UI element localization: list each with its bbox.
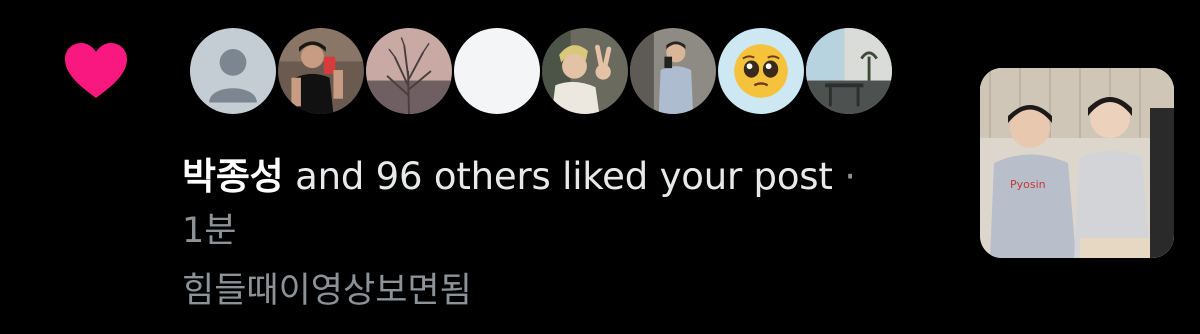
separator-dot: · [844, 155, 856, 198]
post-thumbnail[interactable]: Pyosin [980, 68, 1174, 258]
heart-icon [63, 42, 129, 100]
notification-text[interactable]: 박종성 and 96 others liked your post · [182, 152, 856, 202]
post-preview-text[interactable]: 힘들때이영상보면됨 [182, 268, 472, 314]
action-text: and 96 others liked your post [295, 155, 833, 198]
svg-text:Pyosin: Pyosin [1010, 178, 1046, 191]
user-avatar-mirror-selfie-2[interactable] [628, 26, 718, 116]
username-link[interactable]: 박종성 [182, 155, 284, 198]
user-avatar-pleading-emoji[interactable] [716, 26, 806, 116]
timestamp: 1분 [182, 211, 237, 251]
liker-avatars [188, 26, 918, 120]
default-avatar[interactable] [188, 26, 278, 116]
user-avatar-peace-sign[interactable] [540, 26, 630, 116]
user-avatar-blank[interactable] [452, 26, 542, 116]
user-avatar-landscape[interactable] [364, 26, 454, 116]
user-avatar-mirror-selfie[interactable] [276, 26, 366, 116]
user-avatar-interior[interactable] [804, 26, 894, 116]
